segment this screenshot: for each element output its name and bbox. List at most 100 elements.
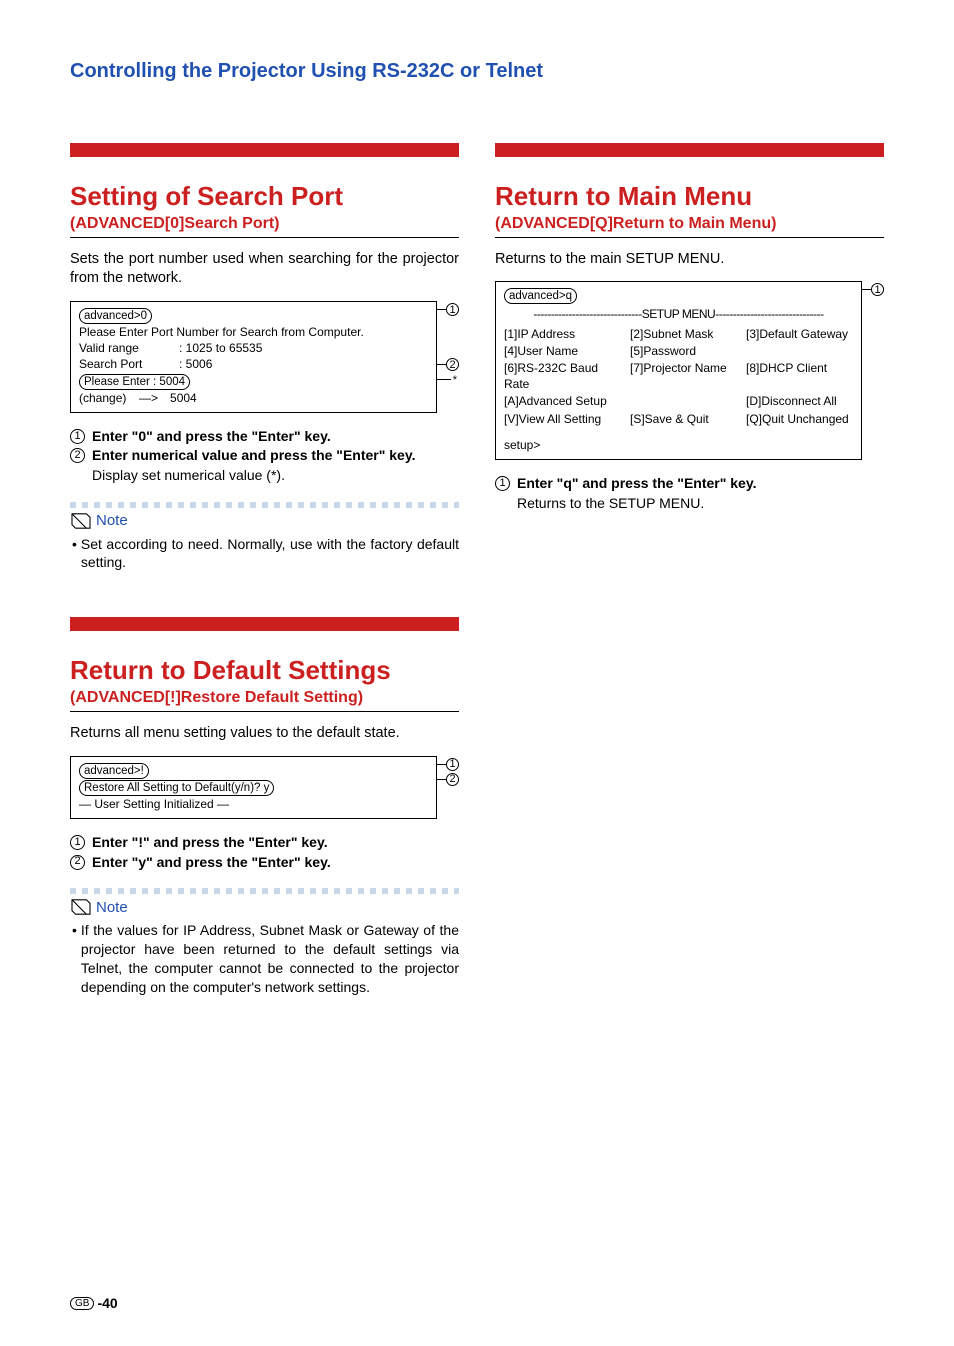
section-main-menu: Return to Main Menu (ADVANCED[Q]Return t…: [495, 143, 884, 513]
terminal-label: (change): [79, 390, 139, 406]
menu-item: [7]Projector Name: [630, 360, 740, 392]
terminal-value: : 5006: [179, 356, 212, 372]
terminal-line: — User Setting Initialized —: [79, 796, 428, 812]
setup-menu-grid: [1]IP Address [2]Subnet Mask [3]Default …: [504, 326, 853, 427]
note-bullet: • If the values for IP Address, Subnet M…: [70, 921, 459, 997]
heading-main-menu: Return to Main Menu: [495, 182, 884, 212]
page-number: -40: [97, 1295, 117, 1311]
menu-item: [1]IP Address: [504, 326, 624, 342]
note-header: Note: [70, 512, 459, 530]
step-number-icon: 1: [70, 429, 85, 444]
note-header: Note: [70, 898, 459, 916]
instruction-item: 2 Enter "y" and press the "Enter" key.: [70, 853, 459, 873]
terminal-label: Search Port: [79, 356, 179, 372]
callout-marker-1: 1: [871, 283, 884, 296]
note-icon: [70, 512, 92, 530]
page-footer: GB -40: [70, 1295, 118, 1311]
terminal-value: 5004: [170, 390, 197, 406]
menu-item: [4]User Name: [504, 343, 624, 359]
terminal-chip: advanced>0: [79, 308, 152, 324]
menu-item: [2]Subnet Mask: [630, 326, 740, 342]
menu-item: [8]DHCP Client: [746, 360, 853, 392]
bullet-icon: •: [72, 921, 77, 997]
menu-item: [5]Password: [630, 343, 740, 359]
subheading-default-settings: (ADVANCED[!]Restore Default Setting): [70, 688, 459, 708]
menu-item: [D]Disconnect All: [746, 393, 853, 409]
subheading-main-menu: (ADVANCED[Q]Return to Main Menu): [495, 214, 884, 234]
instruction-list: 1 Enter "!" and press the "Enter" key. 2…: [70, 833, 459, 872]
heading-underline: [70, 711, 459, 712]
bullet-icon: •: [72, 535, 77, 573]
content-columns: Setting of Search Port (ADVANCED[0]Searc…: [70, 143, 884, 997]
dotted-divider: [70, 888, 459, 894]
terminal-chip: advanced>q: [504, 288, 577, 304]
note-label: Note: [96, 899, 128, 916]
terminal-line: Please Enter Port Number for Search from…: [79, 324, 428, 340]
terminal-default-settings: advanced>! Restore All Setting to Defaul…: [70, 756, 437, 819]
instruction-bold: Enter "!" and press the "Enter" key.: [92, 833, 459, 853]
terminal-chip: Please Enter : 5004: [79, 374, 190, 390]
dotted-divider: [70, 502, 459, 508]
step-number-icon: 1: [70, 835, 85, 850]
callout-marker-1: 1: [446, 758, 459, 771]
right-column: Return to Main Menu (ADVANCED[Q]Return t…: [495, 143, 884, 997]
subheading-search-port: (ADVANCED[0]Search Port): [70, 214, 459, 234]
section-search-port: Setting of Search Port (ADVANCED[0]Searc…: [70, 143, 459, 572]
body-text: Sets the port number used when searching…: [70, 250, 459, 289]
gb-badge: GB: [70, 1297, 94, 1310]
menu-item: [S]Save & Quit: [630, 411, 740, 427]
instruction-rest: Display set numerical value (*).: [92, 467, 285, 483]
section-divider-bar: [70, 143, 459, 157]
callout-marker-2: 2: [446, 773, 459, 786]
section-divider-bar: [495, 143, 884, 157]
instruction-item: 1 Enter "q" and press the "Enter" key. Re…: [495, 474, 884, 513]
page-title: Controlling the Projector Using RS-232C …: [70, 60, 884, 83]
menu-item: [V]View All Setting: [504, 411, 624, 427]
step-number-icon: 2: [70, 855, 85, 870]
instruction-rest: Returns to the SETUP MENU.: [517, 495, 704, 511]
menu-item: [A]Advanced Setup: [504, 393, 624, 409]
instruction-list: 1 Enter "0" and press the "Enter" key. 2…: [70, 427, 459, 486]
instruction-list: 1 Enter "q" and press the "Enter" key. Re…: [495, 474, 884, 513]
instruction-item: 2 Enter numerical value and press the "E…: [70, 446, 459, 485]
terminal-prompt: setup>: [504, 437, 853, 453]
note-text: If the values for IP Address, Subnet Mas…: [81, 921, 459, 997]
menu-item: [630, 393, 740, 409]
instruction-item: 1 Enter "!" and press the "Enter" key.: [70, 833, 459, 853]
note-label: Note: [96, 512, 128, 529]
menu-item: [3]Default Gateway: [746, 326, 853, 342]
instruction-bold: Enter numerical value and press the "Ent…: [92, 447, 415, 463]
heading-search-port: Setting of Search Port: [70, 182, 459, 212]
menu-item: [746, 343, 853, 359]
body-text: Returns to the main SETUP MENU.: [495, 250, 884, 270]
step-number-icon: 2: [70, 448, 85, 463]
menu-item: [Q]Quit Unchanged: [746, 411, 853, 427]
instruction-bold: Enter "q" and press the "Enter" key.: [517, 475, 756, 491]
heading-underline: [495, 237, 884, 238]
left-column: Setting of Search Port (ADVANCED[0]Searc…: [70, 143, 459, 997]
asterisk-marker: *: [453, 374, 457, 386]
note-icon: [70, 898, 92, 916]
terminal-main-menu: advanced>q -----------------------------…: [495, 281, 862, 460]
note-bullet: • Set according to need. Normally, use w…: [70, 535, 459, 573]
section-divider-bar: [70, 617, 459, 631]
step-number-icon: 1: [495, 476, 510, 491]
instruction-bold: Enter "0" and press the "Enter" key.: [92, 428, 331, 444]
instruction-bold: Enter "y" and press the "Enter" key.: [92, 853, 459, 873]
terminal-chip: Restore All Setting to Default(y/n)? y: [79, 780, 274, 796]
note-text: Set according to need. Normally, use wit…: [81, 535, 459, 573]
terminal-value: : 1025 to 65535: [179, 340, 262, 356]
menu-item: [6]RS-232C Baud Rate: [504, 360, 624, 392]
section-default-settings: Return to Default Settings (ADVANCED[!]R…: [70, 617, 459, 996]
terminal-label: Valid range: [79, 340, 179, 356]
terminal-chip: advanced>!: [79, 763, 149, 779]
callout-marker-1: 1: [446, 303, 459, 316]
callout-marker-2: 2: [446, 358, 459, 371]
callout-line: [437, 379, 451, 380]
heading-underline: [70, 237, 459, 238]
body-text: Returns all menu setting values to the d…: [70, 724, 459, 744]
menu-title-line: -------------------------------SETUP MEN…: [504, 306, 853, 322]
arrow-icon: —>: [139, 390, 158, 406]
terminal-search-port: advanced>0 Please Enter Port Number for …: [70, 301, 437, 413]
instruction-item: 1 Enter "0" and press the "Enter" key.: [70, 427, 459, 447]
